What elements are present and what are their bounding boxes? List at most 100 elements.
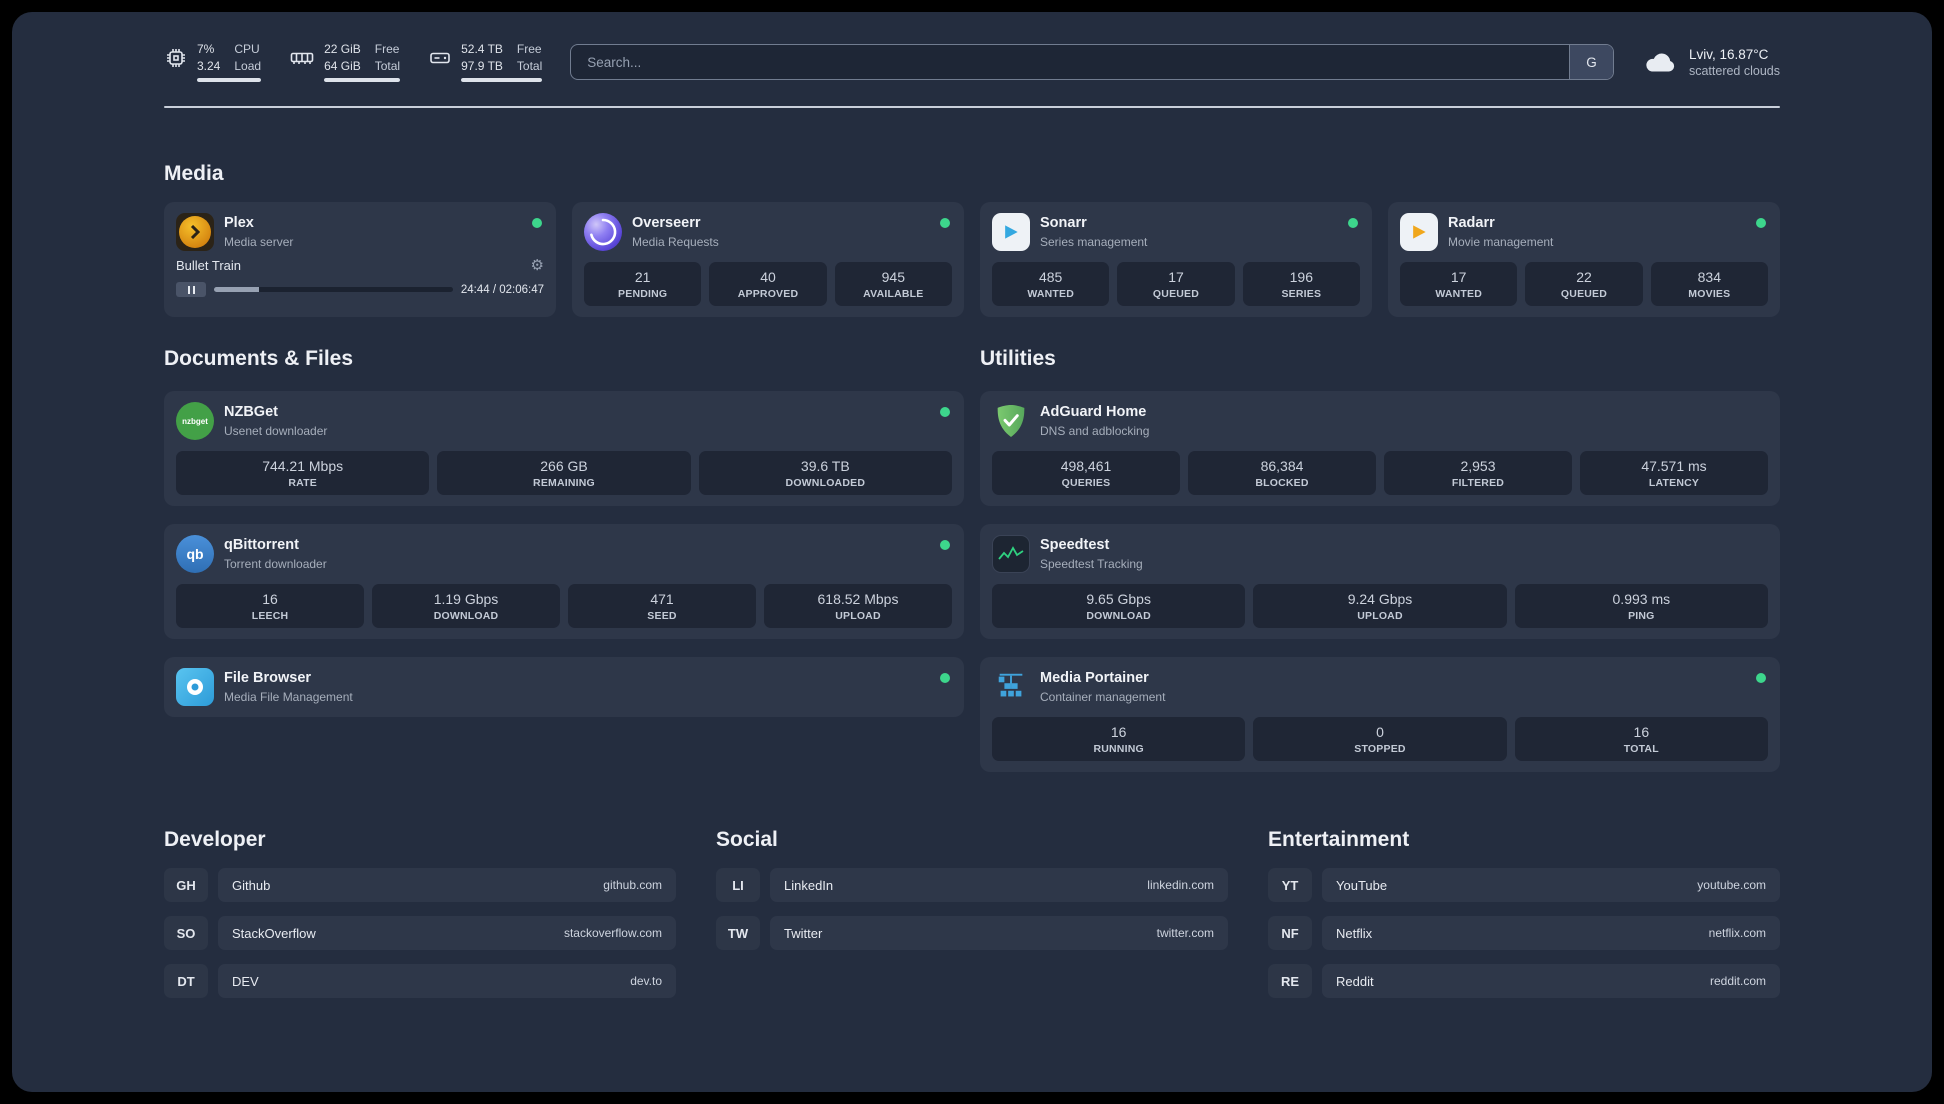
stat-label: DOWNLOAD bbox=[433, 610, 499, 623]
stat-box: 9.24 Gbps UPLOAD bbox=[1253, 584, 1507, 629]
bookmark-url: linkedin.com bbox=[1147, 878, 1214, 893]
weather-location: Lviv, 16.87°C bbox=[1688, 46, 1769, 62]
nzbget-icon: nzbget bbox=[176, 402, 214, 441]
weather-widget: Lviv, 16.87°C scattered clouds bbox=[1642, 47, 1780, 78]
speedtest-icon bbox=[992, 535, 1030, 574]
service-card-radarr[interactable]: Radarr Movie management 17 WANTED 22 QUE… bbox=[1388, 202, 1780, 318]
stat-value: 744.21 Mbps bbox=[262, 458, 344, 475]
stat-value: 945 bbox=[881, 269, 905, 286]
stat-box: 39.6 TB DOWNLOADED bbox=[698, 451, 952, 496]
stat-box: 16 LEECH bbox=[176, 584, 364, 629]
section-title-social: Social bbox=[716, 828, 778, 852]
gear-icon[interactable]: ⚙ bbox=[531, 258, 544, 273]
search-provider-button[interactable]: G bbox=[1568, 45, 1613, 80]
bookmark-youtube[interactable]: YT YouTube youtube.com bbox=[1268, 868, 1780, 903]
qbittorrent-icon-label: qb bbox=[186, 546, 204, 563]
service-desc: DNS and adblocking bbox=[1040, 423, 1150, 438]
bookmark-name: Netflix bbox=[1336, 925, 1373, 941]
stat-box: 266 GB REMAINING bbox=[437, 451, 691, 496]
stat-label: QUERIES bbox=[1061, 477, 1111, 490]
stat-label: SERIES bbox=[1281, 288, 1322, 301]
adguard-icon bbox=[992, 402, 1030, 440]
bookmark-abbr: TW bbox=[716, 916, 760, 951]
pause-button[interactable] bbox=[176, 282, 206, 298]
stat-label: PENDING bbox=[618, 288, 668, 301]
stat-value: 86,384 bbox=[1260, 458, 1304, 475]
stat-value: 0 bbox=[1376, 724, 1384, 741]
stat-label: UPLOAD bbox=[835, 610, 881, 623]
disk-icon bbox=[428, 46, 452, 70]
service-name: AdGuard Home bbox=[1040, 404, 1147, 421]
service-card-speedtest[interactable]: Speedtest Speedtest Tracking 9.65 Gbps D… bbox=[980, 524, 1780, 640]
stat-box: 618.52 Mbps UPLOAD bbox=[764, 584, 952, 629]
stat-label: BLOCKED bbox=[1255, 477, 1309, 490]
system-metrics: 7% CPU 3.24 Load 22 GiB Free 64 GiB Tota… bbox=[164, 42, 543, 83]
memory-progress-bar bbox=[324, 78, 401, 83]
service-card-plex[interactable]: Plex Media server Bullet Train ⚙ 24:44 /… bbox=[164, 202, 556, 318]
stat-value: 834 bbox=[1697, 269, 1721, 286]
stat-value: 618.52 Mbps bbox=[817, 591, 899, 608]
memory-free-value: 22 GiB bbox=[324, 42, 361, 56]
stat-box: 40 APPROVED bbox=[709, 262, 827, 307]
service-card-adguard[interactable]: AdGuard Home DNS and adblocking 498,461 … bbox=[980, 391, 1780, 507]
stat-label: QUEUED bbox=[1560, 288, 1608, 301]
bookmark-abbr: GH bbox=[164, 868, 208, 903]
stat-box: 2,953 FILTERED bbox=[1384, 451, 1572, 496]
service-card-qbittorrent[interactable]: qb qBittorrent Torrent downloader 16 LEE… bbox=[164, 524, 964, 640]
memory-free-label: Free bbox=[374, 42, 400, 56]
utilities-column: Utilities AdGuard Home DNS and adblockin… bbox=[980, 347, 1780, 773]
section-title-utilities: Utilities bbox=[980, 347, 1056, 371]
bookmark-url: netflix.com bbox=[1708, 926, 1766, 941]
service-desc: Usenet downloader bbox=[224, 423, 328, 438]
section-title-media: Media bbox=[164, 162, 224, 186]
bookmark-name: Reddit bbox=[1336, 973, 1374, 989]
bookmark-dev[interactable]: DT DEV dev.to bbox=[164, 964, 676, 999]
bookmark-name: YouTube bbox=[1336, 877, 1388, 893]
bookmark-stackoverflow[interactable]: SO StackOverflow stackoverflow.com bbox=[164, 916, 676, 951]
stat-box: 196 SERIES bbox=[1242, 262, 1360, 307]
bookmark-abbr: NF bbox=[1268, 916, 1312, 951]
bookmark-abbr: DT bbox=[164, 964, 208, 999]
bookmark-netflix[interactable]: NF Netflix netflix.com bbox=[1268, 916, 1780, 951]
stat-label: UPLOAD bbox=[1357, 610, 1403, 623]
memory-total-value: 64 GiB bbox=[324, 58, 361, 73]
cpu-progress-bar bbox=[197, 78, 262, 83]
bookmarks-developer: Developer GH Github github.com SO StackO… bbox=[164, 828, 676, 1012]
service-name: Sonarr bbox=[1040, 215, 1087, 232]
service-card-portainer[interactable]: Media Portainer Container management 16 … bbox=[980, 657, 1780, 773]
bookmark-linkedin[interactable]: LI LinkedIn linkedin.com bbox=[716, 868, 1228, 903]
stat-value: 16 bbox=[1110, 724, 1127, 741]
service-desc: Series management bbox=[1040, 234, 1148, 249]
bookmark-name: LinkedIn bbox=[784, 877, 834, 893]
stat-box: 744.21 Mbps RATE bbox=[176, 451, 430, 496]
disk-metric: 52.4 TB Free 97.9 TB Total bbox=[428, 42, 543, 83]
stat-value: 17 bbox=[1168, 269, 1184, 286]
playback-progress-bar[interactable] bbox=[214, 287, 453, 293]
bookmark-reddit[interactable]: RE Reddit reddit.com bbox=[1268, 964, 1780, 999]
memory-icon bbox=[289, 46, 315, 70]
service-name: File Browser bbox=[224, 670, 312, 687]
bookmark-name: Twitter bbox=[784, 925, 823, 941]
stat-label: RUNNING bbox=[1093, 743, 1144, 756]
stat-box: 47.571 ms LATENCY bbox=[1580, 451, 1768, 496]
search-input[interactable] bbox=[571, 45, 1569, 80]
cpu-icon bbox=[164, 46, 188, 70]
service-card-filebrowser[interactable]: File Browser Media File Management bbox=[164, 657, 964, 718]
stat-label: RATE bbox=[288, 477, 317, 490]
bookmark-github[interactable]: GH Github github.com bbox=[164, 868, 676, 903]
portainer-icon bbox=[992, 668, 1030, 706]
topbar-divider bbox=[164, 106, 1780, 109]
stat-value: 47.571 ms bbox=[1641, 458, 1707, 475]
bookmark-url: dev.to bbox=[630, 974, 662, 989]
stat-box: 834 MOVIES bbox=[1650, 262, 1768, 307]
service-card-overseerr[interactable]: Overseerr Media Requests 21 PENDING 40 A… bbox=[572, 202, 964, 318]
bookmark-twitter[interactable]: TW Twitter twitter.com bbox=[716, 916, 1228, 951]
stat-box: 21 PENDING bbox=[584, 262, 702, 307]
stat-label: MOVIES bbox=[1688, 288, 1731, 301]
qbittorrent-icon: qb bbox=[176, 535, 214, 574]
service-card-sonarr[interactable]: Sonarr Series management 485 WANTED 17 Q… bbox=[980, 202, 1372, 318]
disk-total-label: Total bbox=[516, 58, 543, 73]
stat-label: APPROVED bbox=[737, 288, 799, 301]
service-card-nzbget[interactable]: nzbget NZBGet Usenet downloader 744.21 M… bbox=[164, 391, 964, 507]
bookmark-abbr: SO bbox=[164, 916, 208, 951]
